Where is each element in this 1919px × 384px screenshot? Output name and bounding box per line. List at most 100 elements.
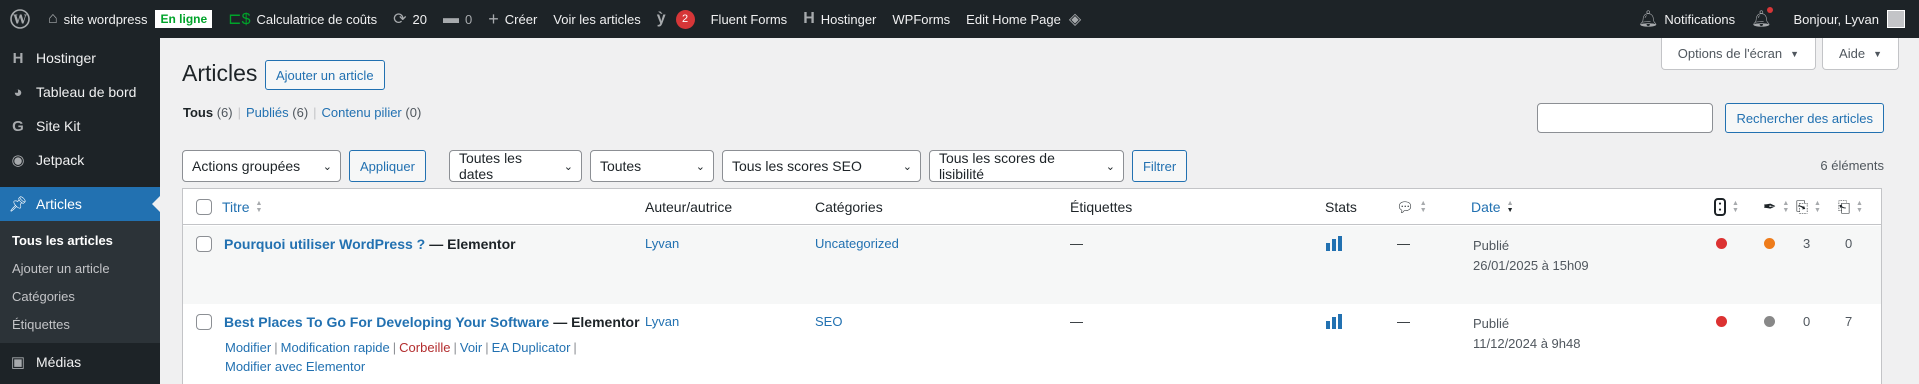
column-author: Auteur/autrice [645,199,733,215]
media-icon: ▣ [10,354,26,371]
row-actions: Modifier | Modification rapide | Corbeille | V… [225,340,577,374]
search-posts-button[interactable]: Rechercher des articles [1725,103,1884,133]
submenu-categories[interactable]: Catégories [0,283,160,311]
incoming-links-icon: ⎗ [1838,198,1851,216]
chevron-down-icon: ⌄ [902,160,912,173]
site-name-link[interactable]: ⌂ site wordpress En ligne [40,0,220,38]
title-header-link[interactable]: Titre [222,199,249,215]
quick-edit-link[interactable]: Modification rapide [281,340,390,355]
updates-icon: ⟳ [393,11,407,28]
duplicate-link[interactable]: EA Duplicator [492,340,571,355]
help-label: Aide [1839,46,1866,61]
column-categories: Catégories [815,199,883,215]
column-incoming-links[interactable]: ⎗ ▲ ▼ [1838,189,1863,225]
help-button[interactable]: Aide ▼ [1822,38,1899,70]
bell-alert-icon: 🔔︎ [1751,7,1774,29]
view-all[interactable]: Tous (6) [183,105,233,120]
incoming-links-count: 7 [1845,314,1853,329]
column-outgoing-links[interactable]: ⎘ ▲ ▼ [1796,189,1821,225]
site-name: site wordpress [63,11,148,27]
apply-button[interactable]: Appliquer [349,150,426,182]
wpforms-link[interactable]: WPForms [884,0,958,38]
select-all-checkbox[interactable] [196,199,212,215]
search-input[interactable] [1537,103,1714,133]
table-row: Pourquoi utiliser WordPress ? — Elemento… [183,226,1881,304]
edit-with-elementor-link[interactable]: Modifier avec Elementor [225,359,365,374]
main-content: Options de l'écran ▼ Aide ▼ Articles Ajo… [160,38,1919,384]
fluent-forms-link[interactable]: Fluent Forms [703,0,796,38]
category-link[interactable]: Uncategorized [815,236,899,251]
seo-score-dot [1716,238,1727,249]
updates-link[interactable]: ⟳ 20 [385,0,435,38]
post-title-link[interactable]: Best Places To Go For Developing Your So… [224,314,549,330]
column-stats: Stats [1325,199,1357,215]
hostinger-link[interactable]: H Hostinger [795,0,884,38]
edit-link[interactable]: Modifier [225,340,271,355]
column-date[interactable]: Date ▲ ▼ [1471,189,1514,225]
user-menu[interactable]: Bonjour, Lyvan [1785,0,1919,38]
view-pillar[interactable]: Contenu pilier (0) [322,105,422,120]
date-header-link[interactable]: Date [1471,199,1501,215]
comments-value: — [1397,314,1410,329]
date-cell: Publié 26/01/2025 à 15h09 [1473,236,1589,276]
column-readability[interactable]: ✒ ▲ ▼ [1763,189,1789,225]
row-checkbox[interactable] [196,314,212,330]
trash-link[interactable]: Corbeille [399,340,450,355]
screen-options-label: Options de l'écran [1677,46,1783,61]
post-title-link[interactable]: Pourquoi utiliser WordPress ? [224,236,425,252]
column-title[interactable]: Titre ▲ ▼ [222,189,262,225]
hostinger-icon: H [803,10,815,27]
google-icon: G [12,117,24,135]
sort-icon: ▲ ▼ [1856,200,1863,214]
edit-home-link[interactable]: Edit Home Page ◈ [958,0,1089,38]
sidebar-item-articles[interactable]: 📌︎ Articles [0,187,160,221]
sidebar-item-sitekit[interactable]: G Site Kit [0,109,160,143]
column-comments[interactable]: 💬︎ ▲ ▼ [1396,189,1427,225]
cost-calculator-link[interactable]: ⊏$ Calculatrice de coûts [220,0,385,38]
view-published[interactable]: Publiés (6) [246,105,308,120]
comment-icon: ▬ [443,10,460,27]
submenu-tags[interactable]: Étiquettes [0,311,160,339]
author-link[interactable]: Lyvan [645,236,679,251]
add-new-post-button[interactable]: Ajouter un article [265,60,385,90]
bulk-actions-select[interactable]: Actions groupées ⌄ [182,150,341,182]
submenu-all-posts[interactable]: Tous les articles [0,227,160,255]
view-posts-link[interactable]: Voir les articles [545,0,648,38]
category-filter-select[interactable]: Toutes ⌄ [589,150,714,182]
sort-icon: ▲ ▼ [1814,200,1821,214]
wordpress-logo[interactable]: W [0,0,40,38]
home-icon: ⌂ [48,10,58,27]
notification-bell-button[interactable]: 🔔︎ [1743,0,1785,38]
submenu-add-post[interactable]: Ajouter un article [0,255,160,283]
view-link[interactable]: Voir [460,340,482,355]
stats-chart-icon[interactable] [1326,236,1342,251]
stats-chart-icon[interactable] [1326,314,1342,329]
column-seo-score[interactable]: ● ● ▲ ▼ [1714,189,1739,225]
notifications-link[interactable]: 🔔︎ Notifications [1630,0,1743,38]
filter-button[interactable]: Filtrer [1131,150,1188,182]
screen-options-button[interactable]: Options de l'écran ▼ [1660,38,1817,70]
sidebar-item-dashboard[interactable]: ◕ Tableau de bord [0,75,160,109]
date-filter-select[interactable]: Toutes les dates ⌄ [448,150,582,182]
sidebar-item-hostinger[interactable]: H Hostinger [0,41,160,75]
post-state: — Elementor [553,314,640,330]
yoast-link[interactable]: ỳ 2 [649,0,703,38]
create-link[interactable]: + Créer [480,0,545,38]
calculator-label: Calculatrice de coûts [256,11,378,27]
row-checkbox[interactable] [196,236,212,252]
admin-sidebar: H Hostinger ◕ Tableau de bord G Site Kit… [0,38,160,384]
caret-down-icon: ▼ [1790,48,1800,59]
post-state: — Elementor [429,236,516,252]
items-count: 6 éléments [1820,158,1884,173]
seo-score-select[interactable]: Tous les scores SEO ⌄ [721,150,921,182]
category-link[interactable]: SEO [815,314,842,329]
sidebar-item-jetpack[interactable]: ◉ Jetpack [0,143,160,177]
comments-link[interactable]: ▬ 0 [435,0,480,38]
post-status-views: Tous (6) | Publiés (6) | Contenu pilier (0) [183,105,422,120]
chevron-down-icon: ⌄ [1105,160,1115,173]
fluent-forms-label: Fluent Forms [710,11,788,27]
post-date: 11/12/2024 à 9h48 [1473,336,1581,351]
readability-score-select[interactable]: Tous les scores de lisibilité ⌄ [928,150,1124,182]
sidebar-item-media[interactable]: ▣ Médias [0,345,160,379]
author-link[interactable]: Lyvan [645,314,679,329]
